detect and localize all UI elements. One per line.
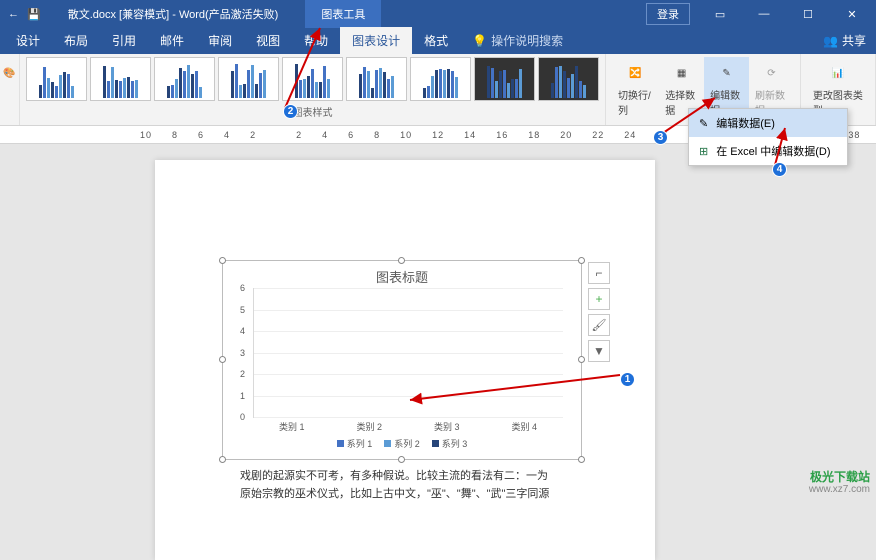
save-icon[interactable]: 💾 <box>27 8 41 21</box>
chart-style-thumb[interactable] <box>26 57 87 101</box>
lightbulb-icon: 💡 <box>472 34 487 48</box>
chart-styles-gallery: 图表样式 <box>20 54 606 125</box>
tab-chart-design[interactable]: 图表设计 <box>340 27 412 54</box>
chart-x-labels: 类别 1类别 2类别 3类别 4 <box>253 420 563 433</box>
ribbon-tabs: 设计 布局 引用 邮件 审阅 视图 帮助 图表设计 格式 💡 操作说明搜索 👥 … <box>0 28 876 54</box>
resize-handle[interactable] <box>219 257 226 264</box>
tell-me-search[interactable]: 💡 操作说明搜索 <box>460 27 575 54</box>
switch-icon: 🔀 <box>624 61 648 85</box>
maximize-icon[interactable]: ☐ <box>788 0 828 28</box>
resize-handle[interactable] <box>578 456 585 463</box>
chart-styles-label: 图表样式 <box>26 104 599 119</box>
edit-data-dropdown: ✎ 编辑数据(E) ⊞ 在 Excel 中编辑数据(D) <box>688 108 848 166</box>
chart-title[interactable]: 图表标题 <box>223 261 581 288</box>
tab-layout[interactable]: 布局 <box>52 27 100 54</box>
context-tab-chart-tools[interactable]: 图表工具 <box>305 0 381 28</box>
resize-handle[interactable] <box>219 356 226 363</box>
resize-handle[interactable] <box>578 356 585 363</box>
close-icon[interactable]: ✕ <box>832 0 872 28</box>
ribbon-display-icon[interactable]: ▭ <box>700 0 740 28</box>
tab-design[interactable]: 设计 <box>4 27 52 54</box>
chart-style-thumb[interactable] <box>474 57 535 101</box>
document-title: 散文.docx [兼容模式] - Word(产品激活失败) <box>41 6 306 22</box>
brush-icon: 🖌 <box>591 318 606 332</box>
chart-type-icon: 📊 <box>826 61 850 85</box>
resize-handle[interactable] <box>219 456 226 463</box>
chart-style-thumb[interactable] <box>90 57 151 101</box>
chart-filters-button[interactable]: ▼ <box>588 340 610 362</box>
dropdown-edit-in-excel[interactable]: ⊞ 在 Excel 中编辑数据(D) <box>689 137 847 165</box>
chart-object[interactable]: 图表标题 0123456 类别 1类别 2类别 3类别 4 系列 1系列 2系列… <box>222 260 582 460</box>
layout-icon: ⌐ <box>595 266 602 280</box>
chart-plot-area[interactable]: 0123456 <box>253 288 563 418</box>
filter-icon: ▼ <box>593 344 605 358</box>
document-body-text[interactable]: 戏剧的起源实不可考，有多种假说。比较主流的看法有二：一为 原始宗教的巫术仪式，比… <box>240 468 580 503</box>
excel-icon: ⊞ <box>699 145 708 158</box>
back-icon[interactable]: ← <box>8 8 19 20</box>
share-button[interactable]: 👥 共享 <box>813 27 876 54</box>
watermark: 极光下载站 www.xz7.com <box>809 470 870 496</box>
minimize-icon[interactable]: — <box>744 0 784 28</box>
edit-data-icon: ✎ <box>715 61 739 85</box>
annotation-badge-3: 3 <box>653 130 668 145</box>
chart-styles-button[interactable]: 🖌 <box>588 314 610 336</box>
refresh-icon: ⟳ <box>759 61 783 85</box>
chart-elements-button[interactable]: + <box>588 288 610 310</box>
edit-icon: ✎ <box>699 117 708 130</box>
chart-style-thumb[interactable] <box>410 57 471 101</box>
chart-legend[interactable]: 系列 1系列 2系列 3 <box>223 437 581 450</box>
chart-style-thumb[interactable] <box>346 57 407 101</box>
layout-options-button[interactable]: ⌐ <box>588 262 610 284</box>
switch-row-col-button[interactable]: 🔀 切换行/列 <box>612 57 659 121</box>
share-icon: 👥 <box>823 34 838 48</box>
dropdown-edit-data[interactable]: ✎ 编辑数据(E) <box>689 109 847 137</box>
tab-format[interactable]: 格式 <box>412 27 460 54</box>
tab-view[interactable]: 视图 <box>244 27 292 54</box>
plus-icon: + <box>595 292 602 306</box>
palette-icon: 🎨 <box>0 61 22 85</box>
annotation-badge-2: 2 <box>283 104 298 119</box>
tab-help[interactable]: 帮助 <box>292 27 340 54</box>
title-bar: ← 💾 散文.docx [兼容模式] - Word(产品激活失败) 图表工具 登… <box>0 0 876 28</box>
chart-style-thumb[interactable] <box>538 57 599 101</box>
chart-style-thumb[interactable] <box>154 57 215 101</box>
login-button[interactable]: 登录 <box>646 3 690 25</box>
chart-style-thumb[interactable] <box>218 57 279 101</box>
resize-handle[interactable] <box>398 257 405 264</box>
annotation-badge-1: 1 <box>620 372 635 387</box>
chart-style-thumb[interactable] <box>282 57 343 101</box>
chart-side-buttons: ⌐ + 🖌 ▼ <box>588 262 610 362</box>
resize-handle[interactable] <box>398 456 405 463</box>
tab-references[interactable]: 引用 <box>100 27 148 54</box>
tab-review[interactable]: 审阅 <box>196 27 244 54</box>
annotation-badge-4: 4 <box>772 162 787 177</box>
tab-mailings[interactable]: 邮件 <box>148 27 196 54</box>
select-data-icon: ▦ <box>670 61 694 85</box>
resize-handle[interactable] <box>578 257 585 264</box>
